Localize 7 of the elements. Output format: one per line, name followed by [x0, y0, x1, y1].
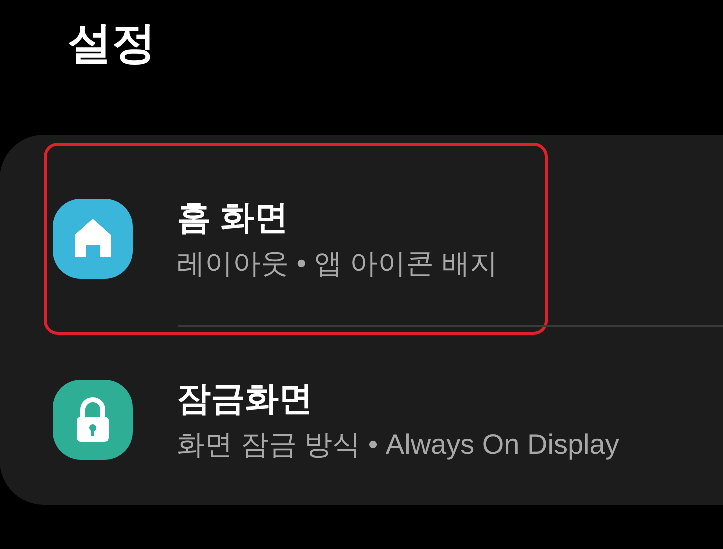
settings-item[interactable]: 잠금화면 화면 잠금 방식 • Always On Display	[44, 335, 634, 505]
item-subtitle: 화면 잠금 방식 • Always On Display	[177, 428, 620, 462]
item-title: 잠금화면	[177, 379, 314, 420]
page-title: 설정	[68, 18, 157, 70]
item-title: 홈 화면	[177, 198, 290, 239]
item-subtitle: 레이아웃 • 앱 아이콘 배지	[177, 247, 498, 281]
settings-item[interactable]: 홈 화면 레이아웃 • 앱 아이콘 배지	[44, 143, 548, 335]
